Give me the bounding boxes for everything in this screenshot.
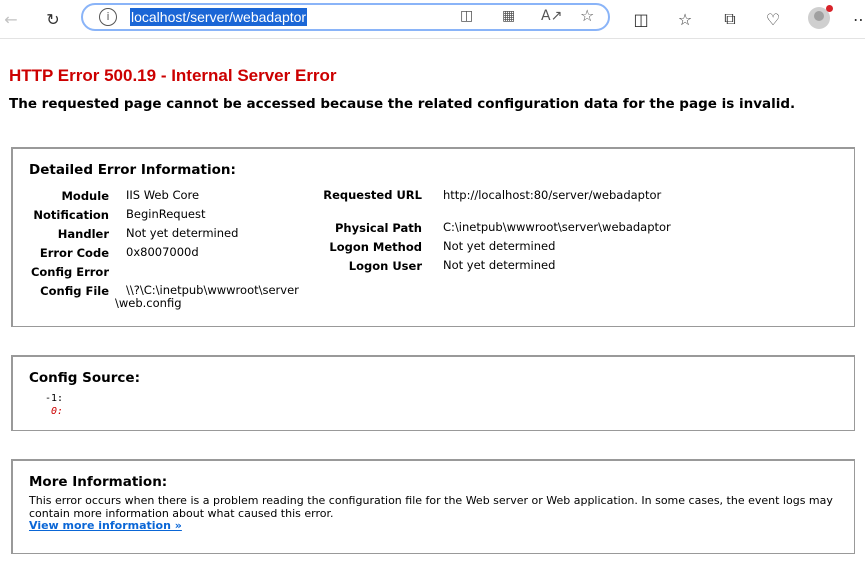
value-requested-url: http://localhost:80/server/webadaptor [443, 188, 662, 202]
profile-icon[interactable] [808, 5, 833, 29]
qr-code-icon[interactable]: ▦ [502, 8, 515, 24]
label-requested-url: Requested URL [323, 188, 422, 202]
label-config-error: Config Error [30, 265, 109, 279]
label-notification: Notification [33, 208, 109, 222]
back-arrow-icon[interactable]: ← [1, 9, 21, 29]
more-info-heading: More Information: [29, 474, 168, 490]
label-logon-method: Logon Method [329, 240, 422, 254]
value-logon-method: Not yet determined [443, 239, 556, 253]
more-icon[interactable]: ⋯ [851, 9, 865, 29]
detailed-error-box: Detailed Error Information: Module IIS W… [11, 147, 855, 327]
value-notification: BeginRequest [126, 207, 206, 221]
star-icon[interactable]: ☆ [580, 6, 594, 25]
line-number: 0: [51, 406, 64, 417]
split-screen-icon[interactable]: ◫ [631, 9, 651, 29]
line-number: -1: [45, 393, 64, 404]
detailed-error-heading: Detailed Error Information: [29, 162, 236, 178]
value-error-code: 0x8007000d [126, 245, 199, 259]
value-config-file: \\?\C:\inetpub\wwwroot\server\web.config [115, 283, 299, 310]
collections-icon[interactable]: ⧉ [720, 9, 740, 29]
label-handler: Handler [57, 227, 109, 241]
refresh-icon[interactable]: ↻ [43, 9, 63, 29]
browser-essentials-icon[interactable]: ♡ [763, 9, 783, 29]
address-bar[interactable]: i localhost/server/webadaptor ◫ ▦ A↗ ☆ [81, 3, 610, 31]
label-config-file: Config File [40, 284, 109, 298]
page-subtitle: The requested page cannot be accessed be… [9, 96, 796, 112]
value-module: IIS Web Core [126, 188, 200, 202]
value-physical-path: C:\inetpub\wwwroot\server\webadaptor [443, 220, 671, 234]
address-url[interactable]: localhost/server/webadaptor [130, 8, 308, 26]
app-available-icon[interactable]: ◫ [460, 8, 473, 24]
label-physical-path: Physical Path [335, 221, 422, 235]
more-info-body: This error occurs when there is a proble… [29, 494, 844, 533]
config-source-box: Config Source: -1: 0: [11, 355, 855, 431]
view-more-information-link[interactable]: View more information » [29, 519, 182, 532]
info-icon[interactable]: i [99, 8, 117, 26]
label-module: Module [61, 189, 109, 203]
notification-dot [826, 5, 833, 12]
more-info-box: More Information: This error occurs when… [11, 459, 855, 554]
page-title: HTTP Error 500.19 - Internal Server Erro… [9, 66, 337, 85]
config-source-error-line: 0: [51, 406, 63, 417]
config-source-line: -1: [45, 393, 63, 404]
label-logon-user: Logon User [348, 259, 422, 273]
browser-toolbar: ← ↻ i localhost/server/webadaptor ◫ ▦ A↗… [0, 0, 865, 39]
read-aloud-icon[interactable]: A↗ [541, 8, 562, 24]
value-logon-user: Not yet determined [443, 258, 556, 272]
more-info-text: This error occurs when there is a proble… [29, 494, 833, 520]
favorites-icon[interactable]: ☆ [675, 9, 695, 29]
value-handler: Not yet determined [126, 226, 239, 240]
label-error-code: Error Code [39, 246, 109, 260]
config-source-heading: Config Source: [29, 370, 140, 386]
